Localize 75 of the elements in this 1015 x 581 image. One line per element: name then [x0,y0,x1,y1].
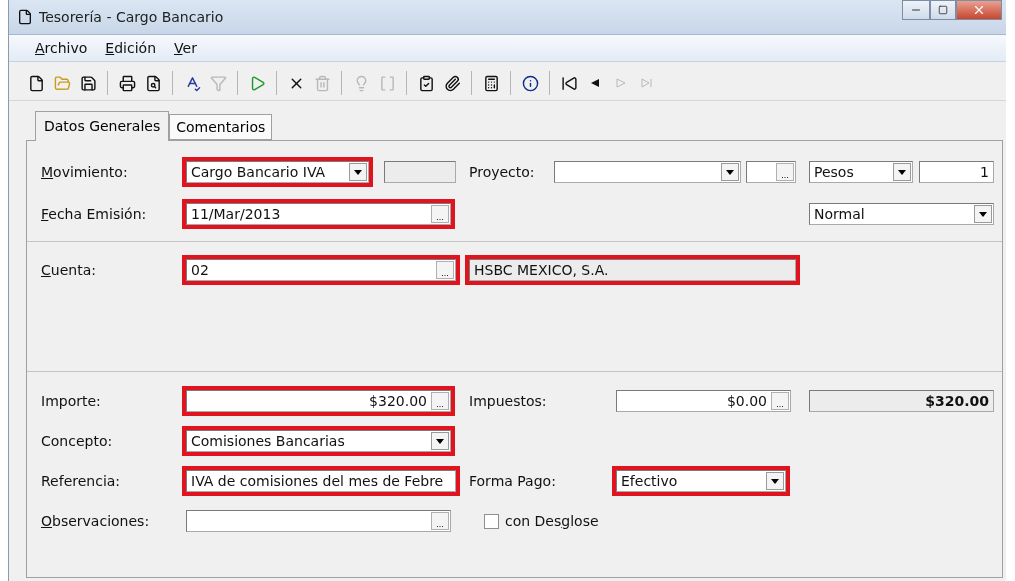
caret-icon [436,438,444,444]
dropdown[interactable]: Efectivo [616,470,786,492]
caret-icon [898,169,906,175]
file-icon [27,74,45,92]
tab[interactable]: Datos Generales [35,111,170,141]
readonly-field [384,161,456,183]
field-label: Forma Pago: [469,473,556,489]
last-record-icon [640,76,654,90]
minimize-button[interactable] [902,0,930,20]
close-icon [972,3,986,17]
input-field[interactable]: ... [746,161,796,183]
checkbox-box[interactable] [484,513,499,529]
calculator-icon [482,74,500,92]
readonly-field: HSBC MEXICO, S.A. [469,259,796,281]
funnel-icon [209,74,227,92]
menu-item[interactable]: Ver [174,40,197,56]
caret-icon [726,169,734,175]
dropdown-button[interactable] [893,163,911,181]
caret-icon [354,169,362,175]
dropdown-button[interactable] [974,205,992,223]
tab[interactable]: Comentarios [169,114,273,140]
first-record-icon [560,74,578,92]
field-label: Importe: [41,393,101,409]
field-label: Referencia: [41,473,121,489]
checkbox-label: con Desglose [505,513,599,529]
input-field[interactable]: 1 [919,161,994,183]
field-label: Cuenta: [41,262,96,278]
preview-icon [144,74,162,92]
input-field[interactable]: ... [186,510,451,532]
paperclip-icon [443,74,461,92]
caret-icon [979,211,987,217]
window-title: Tesorería - Cargo Bancario [39,9,225,25]
field-label: Impuestos: [469,393,547,409]
input-field[interactable]: IVA de comisiones del mes de Febre [186,470,456,492]
info-icon [521,74,539,92]
dropdown-button[interactable] [349,163,367,181]
input-field[interactable]: 11/Mar/2013 ... [186,203,451,225]
triangle-right-icon [614,76,628,90]
input-field[interactable]: $0.00 ... [616,390,791,412]
field-label: Proyecto: [469,164,535,180]
printer-icon [118,74,136,92]
clipboard-check-icon [417,74,435,92]
dropdown-button[interactable] [431,432,449,450]
ellipsis-button[interactable]: ... [431,392,449,410]
ellipsis-button[interactable]: ... [436,261,454,279]
input-field[interactable]: $320.00 ... [186,390,451,412]
brackets-icon [378,74,396,92]
dropdown[interactable]: Cargo Bancario IVA [186,161,369,183]
trash-icon [313,74,331,92]
field-label: Observaciones: [41,513,150,529]
menu-item[interactable]: Archivo [35,40,88,56]
input-field[interactable]: 02 ... [186,259,456,281]
dropdown-button[interactable] [721,163,739,181]
close-button[interactable] [956,0,1002,20]
checkbox[interactable]: con Desglose [484,513,599,529]
menu-item[interactable]: Edición [105,40,156,56]
maximize-icon [938,5,948,15]
maximize-button[interactable] [930,0,956,20]
ellipsis-button[interactable]: ... [431,205,449,223]
dropdown[interactable] [554,161,741,183]
ellipsis-button[interactable]: ... [771,392,789,410]
dropdown-button[interactable] [766,472,784,490]
dropdown[interactable]: Pesos [809,161,913,183]
save-icon [79,74,97,92]
document-icon [17,9,33,25]
ellipsis-button[interactable]: ... [431,512,449,530]
field-label: Movimiento: [41,164,128,180]
caret-icon [771,478,779,484]
dropdown[interactable]: Normal [809,203,994,225]
readonly-field: $320.00 [809,390,994,412]
dropdown[interactable]: Comisiones Bancarias [186,430,451,452]
ellipsis-button[interactable]: ... [776,163,794,181]
folder-icon [53,74,71,92]
field-label: Concepto: [41,433,113,449]
field-label: Fecha Emisión: [41,206,147,222]
